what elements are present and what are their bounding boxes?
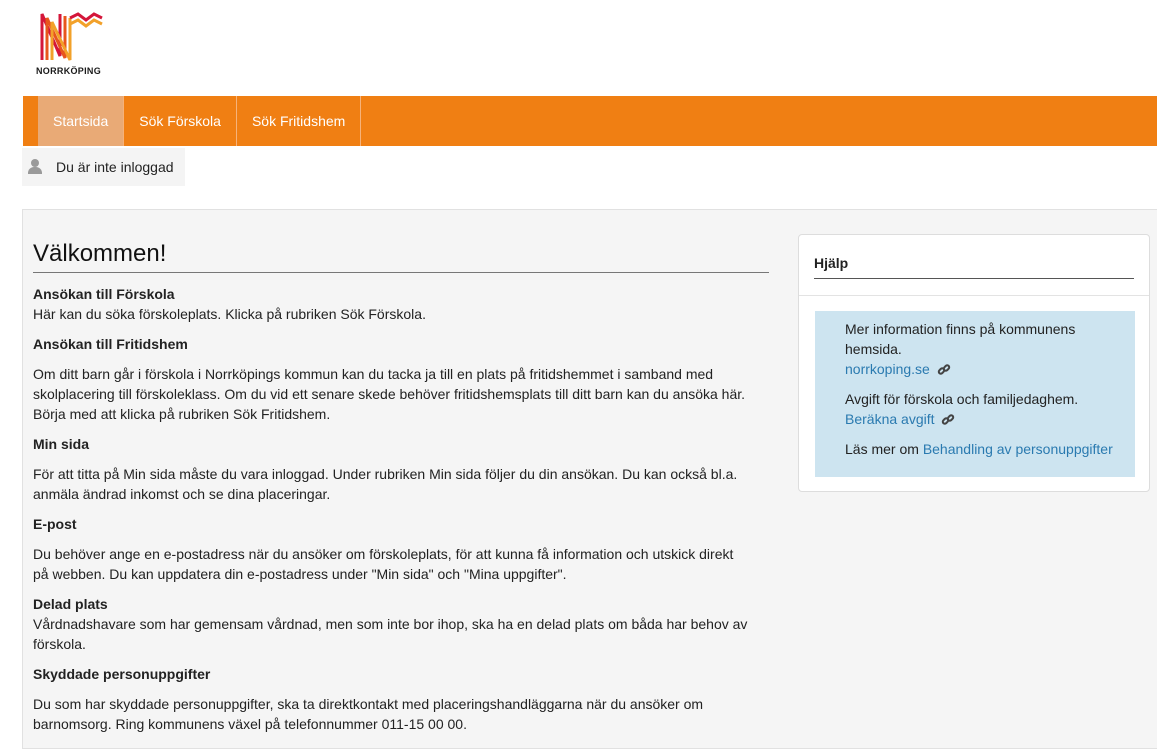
help-info-line: Mer information finns på kommunens <box>845 321 1076 337</box>
section-heading: Delad plats <box>33 596 108 612</box>
section-text: Vårdnadshavare som har gemensam vårdnad,… <box>33 616 748 632</box>
fee-text: Avgift för förskola och familjedaghem. <box>845 391 1079 407</box>
section-text: Du som har skyddade personuppgifter, ska… <box>33 696 704 712</box>
section-heading: Min sida <box>33 436 90 452</box>
section-text: på webben. Du kan uppdatera din e-postad… <box>33 566 567 582</box>
nav-item-startsida[interactable]: Startsida <box>38 96 125 146</box>
section-heading: Ansökan till Fritidshem <box>33 336 188 352</box>
external-link-icon <box>942 414 955 425</box>
help-info-box: Mer information finns på kommunens hemsi… <box>815 311 1135 477</box>
section-text: Du behöver ange en e-postadress när du a… <box>33 546 734 562</box>
help-info-line: hemsida. <box>845 341 902 357</box>
section-text: anmäla ändrad inkomst och se dina placer… <box>33 486 331 502</box>
user-icon <box>28 159 42 175</box>
norrkoping-site-link[interactable]: norrkoping.se <box>845 361 930 377</box>
section-text: skolplacering till förskoleklass. Om du … <box>33 386 746 402</box>
calculate-fee-link[interactable]: Beräkna avgift <box>845 411 935 427</box>
nav-item-sok-fritidshem[interactable]: Sök Fritidshem <box>237 96 362 146</box>
norrkoping-logo[interactable]: NORRKÖPING <box>36 10 108 80</box>
nav-item-sok-forskola[interactable]: Sök Förskola <box>124 96 237 146</box>
logo-text: NORRKÖPING <box>36 66 102 76</box>
read-more-text: Läs mer om <box>845 441 923 457</box>
welcome-content: Välkommen! Ansökan till Förskola Här kan… <box>33 240 769 734</box>
help-title: Hjälp <box>814 255 1134 279</box>
section-text: Börja med att klicka på rubriken Sök Fri… <box>33 406 331 422</box>
section-text: Om ditt barn går i förskola i Norrköping… <box>33 366 714 382</box>
section-heading: E-post <box>33 516 77 532</box>
help-panel: Hjälp Mer information finns på kommunens… <box>798 234 1150 492</box>
login-status-text: Du är inte inloggad <box>56 159 174 175</box>
main-panel: Välkommen! Ansökan till Förskola Här kan… <box>22 209 1157 749</box>
section-text: För att titta på Min sida måste du vara … <box>33 466 738 482</box>
section-text: Här kan du söka förskoleplats. Klicka på… <box>33 306 426 322</box>
section-text: barnomsorg. Ring kommunens växel på tele… <box>33 716 467 732</box>
help-divider <box>799 295 1149 296</box>
section-heading: Skyddade personuppgifter <box>33 666 211 682</box>
privacy-link[interactable]: Behandling av personuppgifter <box>923 441 1113 457</box>
section-heading: Ansökan till Förskola <box>33 286 175 302</box>
section-text: förskola. <box>33 636 86 652</box>
main-nav: Startsida Sök Förskola Sök Fritidshem <box>23 96 1157 146</box>
logo-n-icon <box>40 12 103 61</box>
external-link-icon <box>937 364 950 375</box>
page-title: Välkommen! <box>33 240 769 273</box>
login-status: Du är inte inloggad <box>22 148 185 186</box>
